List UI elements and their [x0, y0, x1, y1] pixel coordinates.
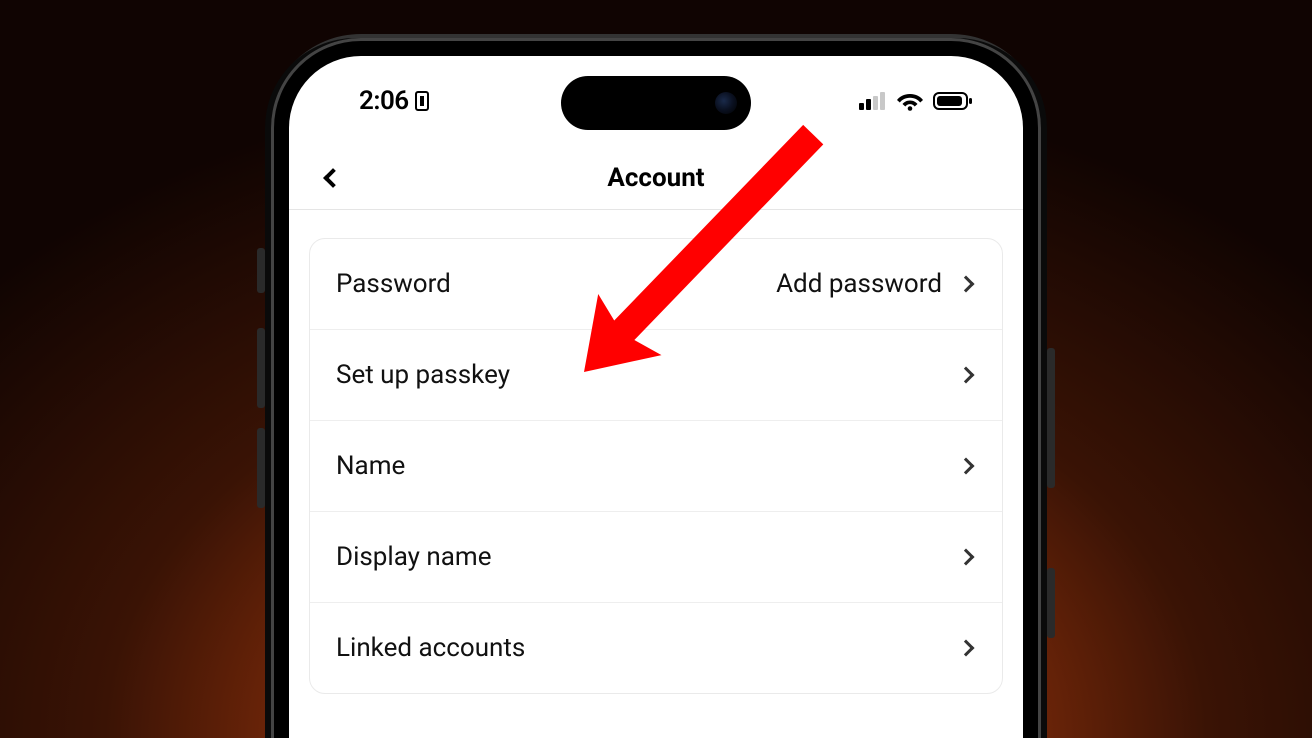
- row-linked-accounts[interactable]: Linked accounts: [310, 603, 1002, 693]
- settings-card: Password Add password Set up passkey Nam…: [309, 238, 1003, 694]
- row-label: Password: [336, 269, 451, 299]
- row-value: Add password: [776, 269, 942, 299]
- row-label: Name: [336, 451, 405, 481]
- battery-icon: [933, 92, 973, 110]
- chevron-right-icon: [958, 458, 975, 475]
- power-button: [1047, 348, 1055, 488]
- row-right: [960, 460, 976, 472]
- row-label: Display name: [336, 542, 492, 572]
- content: Password Add password Set up passkey Nam…: [289, 210, 1023, 694]
- row-name[interactable]: Name: [310, 421, 1002, 512]
- status-time: 2:06: [359, 86, 409, 116]
- side-button: [1047, 568, 1055, 638]
- row-right: [960, 551, 976, 563]
- sim-icon: [415, 91, 429, 111]
- status-right: [859, 91, 973, 111]
- wifi-icon: [897, 91, 923, 111]
- dynamic-island: [561, 76, 751, 130]
- status-time-group: 2:06: [359, 86, 429, 116]
- row-label: Linked accounts: [336, 633, 525, 663]
- page-title: Account: [607, 163, 704, 193]
- side-button: [257, 248, 265, 293]
- chevron-right-icon: [958, 549, 975, 566]
- phone-frame: 2:06: [271, 38, 1041, 738]
- volume-up-button: [257, 328, 265, 408]
- row-label: Set up passkey: [336, 360, 510, 390]
- chevron-left-icon: [323, 168, 343, 188]
- chevron-right-icon: [958, 640, 975, 657]
- row-set-up-passkey[interactable]: Set up passkey: [310, 330, 1002, 421]
- row-right: [960, 369, 976, 381]
- back-button[interactable]: [313, 158, 353, 198]
- row-password[interactable]: Password Add password: [310, 239, 1002, 330]
- nav-header: Account: [289, 146, 1023, 210]
- chevron-right-icon: [958, 367, 975, 384]
- row-right: Add password: [776, 269, 976, 299]
- screen: 2:06: [289, 56, 1023, 738]
- row-display-name[interactable]: Display name: [310, 512, 1002, 603]
- cellular-icon: [859, 92, 887, 110]
- row-right: [960, 642, 976, 654]
- chevron-right-icon: [958, 276, 975, 293]
- volume-down-button: [257, 428, 265, 508]
